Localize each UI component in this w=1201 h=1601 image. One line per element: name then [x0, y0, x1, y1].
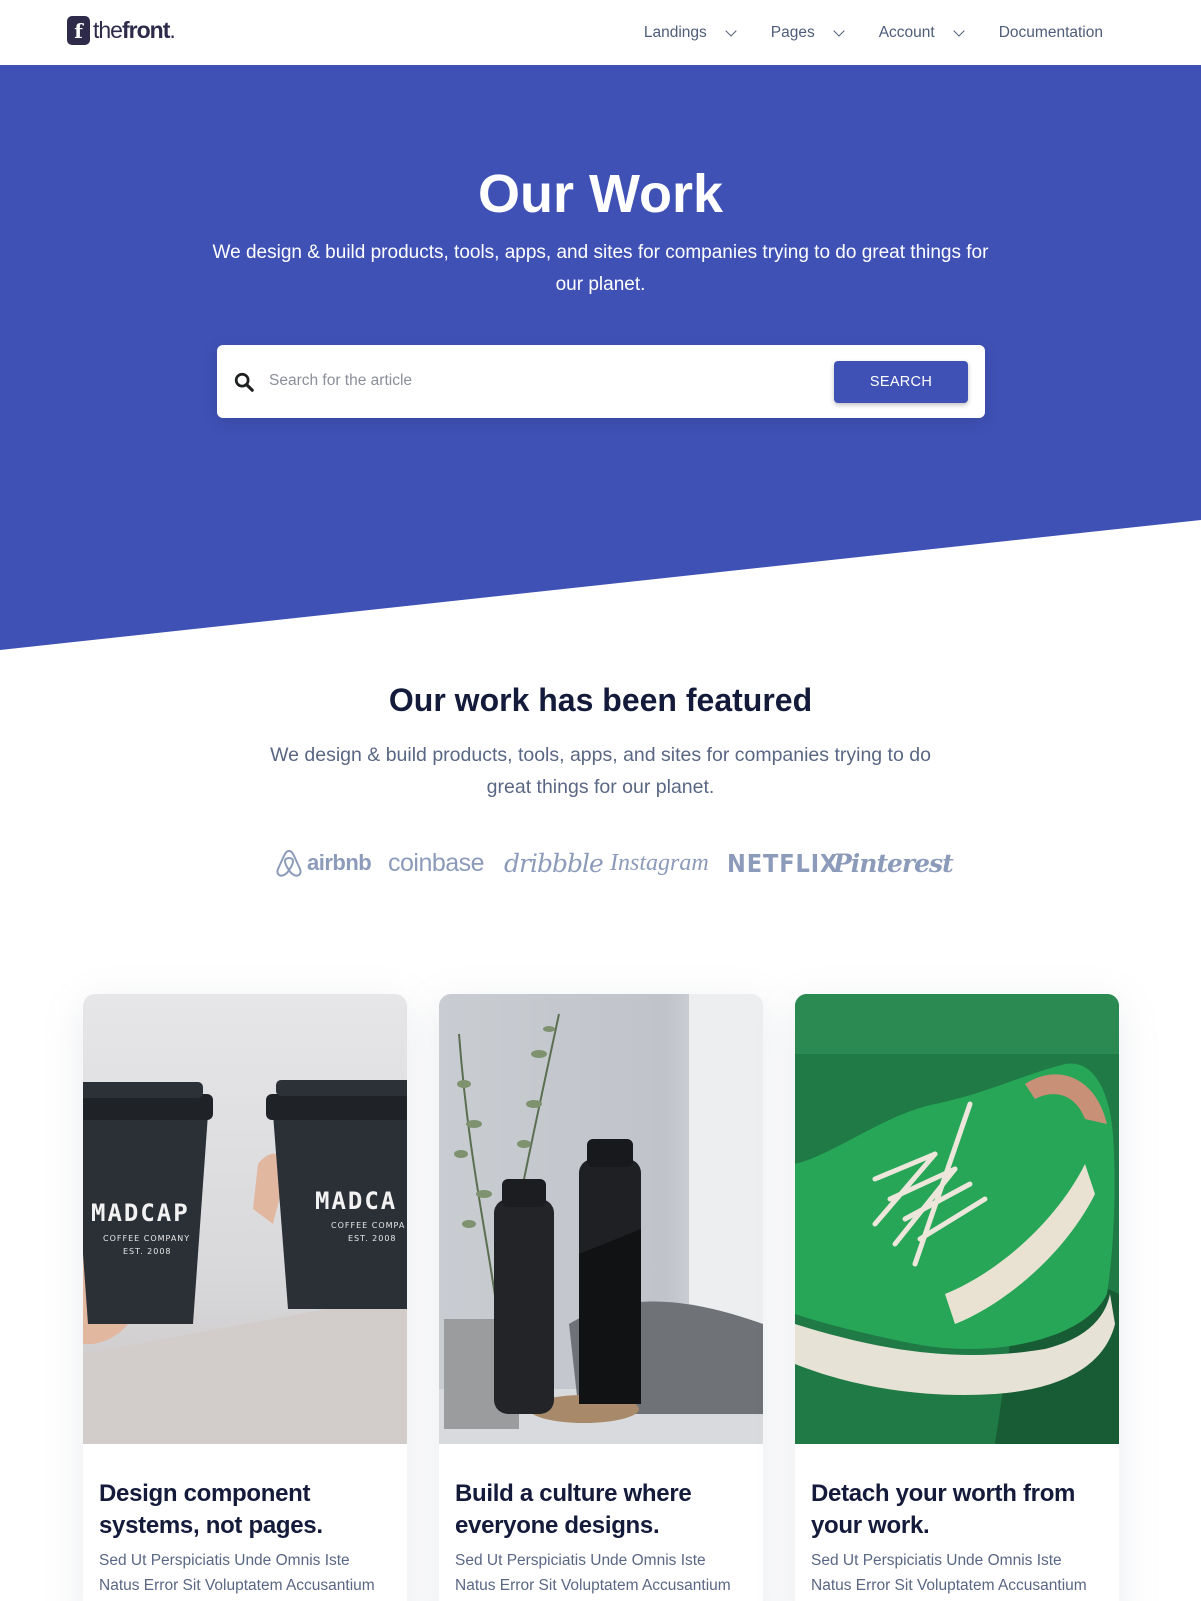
card-title[interactable]: Build a culture where everyone designs. [455, 1478, 750, 1542]
card-text: Sed Ut Perspiciatis Unde Omnis Iste Natu… [455, 1552, 731, 1594]
pinterest-logo: Pinterest [833, 848, 954, 878]
svg-text:COFFEE COMPA: COFFEE COMPA [331, 1221, 405, 1230]
nav-landings-label: Landings [643, 23, 707, 41]
logo-mark-icon: f [67, 16, 90, 45]
featured-subtitle: We design & build products, tools, apps,… [270, 744, 931, 798]
netflix-logo: NETFLIX [727, 848, 839, 878]
work-card[interactable]: MADCAP COFFEE COMPANY EST. 2008 MADCA CO… [83, 994, 407, 1601]
nav-documentation-label: Documentation [998, 23, 1103, 41]
coinbase-logo: coinbase [388, 848, 485, 877]
dribbble-logo: dribbble [504, 848, 604, 878]
nav-pages-label: Pages [770, 23, 815, 41]
airbnb-icon [276, 849, 302, 877]
airbnb-logo: airbnb [275, 838, 372, 888]
logo-text-light: the [93, 17, 123, 43]
work-card[interactable]: Detach your worth from your work. Sed Ut… [795, 994, 1119, 1601]
top-navbar: f thefront. Landings Pages Account Docum… [0, 0, 1201, 65]
logo-text-bold: front [121, 17, 170, 43]
brand-logo[interactable]: f thefront. [67, 16, 176, 45]
nav-account-label: Account [878, 23, 935, 41]
work-card[interactable]: Build a culture where everyone designs. … [439, 994, 763, 1601]
instagram-logo: Instagram [610, 849, 709, 876]
card-title[interactable]: Design component systems, not pages. [99, 1478, 394, 1542]
logo-text: thefront. [93, 17, 176, 43]
brand-logos-row: airbnb coinbase dribbble Instagram NETFL… [0, 838, 1201, 888]
featured-title: Our work has been featured [388, 682, 813, 718]
svg-text:EST. 2008: EST. 2008 [348, 1234, 397, 1243]
card-text: Sed Ut Perspiciatis Unde Omnis Iste Natu… [811, 1552, 1087, 1594]
page-title: Our Work [477, 164, 724, 224]
card-title[interactable]: Detach your worth from your work. [811, 1478, 1106, 1542]
search-button[interactable]: SEARCH [834, 361, 968, 403]
hero-section: Our Work We design & build products, too… [0, 65, 1201, 650]
main-nav: Landings Pages Account Documentation [608, 0, 1103, 65]
svg-text:EST. 2008: EST. 2008 [123, 1247, 172, 1256]
card-image-sneaker [795, 994, 1119, 1444]
svg-text:COFFEE COMPANY: COFFEE COMPANY [103, 1234, 190, 1243]
nav-landings[interactable]: Landings [643, 23, 737, 42]
chevron-down-icon [725, 24, 737, 37]
airbnb-text: airbnb [307, 850, 372, 875]
bottles-illustration [439, 994, 763, 1444]
card-image-coffee-cups: MADCAP COFFEE COMPANY EST. 2008 MADCA CO… [83, 994, 407, 1444]
search-input[interactable] [269, 365, 749, 397]
nav-documentation[interactable]: Documentation [999, 24, 1103, 42]
hero-subtitle: We design & build products, tools, apps,… [212, 242, 989, 295]
coffee-cups-illustration: MADCAP COFFEE COMPANY EST. 2008 MADCA CO… [83, 994, 407, 1444]
nav-pages[interactable]: Pages [770, 23, 845, 42]
svg-text:MADCAP: MADCAP [91, 1199, 190, 1227]
sneaker-illustration [795, 994, 1119, 1444]
card-image-bottles [439, 994, 763, 1444]
card-text: Sed Ut Perspiciatis Unde Omnis Iste Natu… [99, 1552, 375, 1594]
svg-text:MADCA: MADCA [315, 1187, 397, 1215]
search-icon [234, 372, 254, 392]
search-bar: SEARCH [217, 345, 985, 418]
chevron-down-icon [833, 24, 845, 37]
nav-account[interactable]: Account [878, 23, 965, 42]
chevron-down-icon [953, 24, 965, 37]
